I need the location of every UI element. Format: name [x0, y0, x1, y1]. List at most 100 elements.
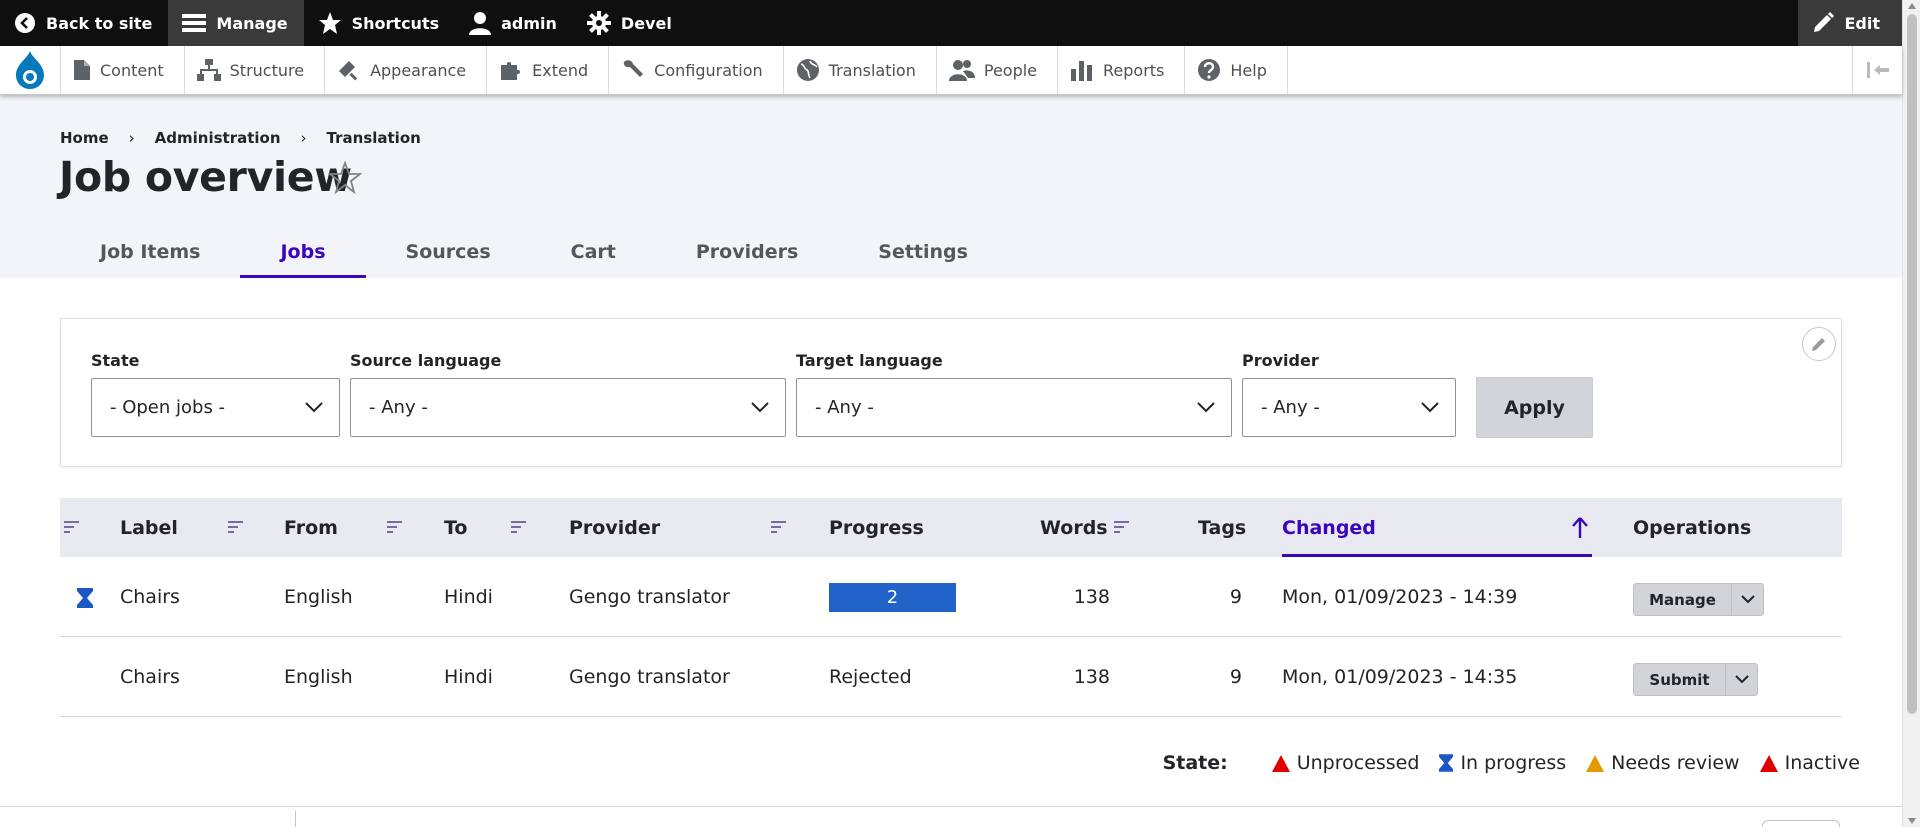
tab-sources[interactable]: Sources: [366, 225, 531, 278]
breadcrumb-separator: ›: [128, 129, 135, 147]
column-label[interactable]: Label: [120, 498, 178, 557]
row-provider: Gengo translator: [569, 586, 730, 608]
row-to: Hindi: [444, 586, 493, 608]
chevron-down-icon: [1421, 402, 1439, 413]
source-language-select[interactable]: - Any -: [350, 378, 786, 437]
shortcuts-label: Shortcuts: [351, 13, 440, 33]
tray-people-label: People: [983, 60, 1038, 80]
column-operations: Operations: [1633, 516, 1752, 539]
row-from: English: [284, 586, 353, 608]
devel-menu-button[interactable]: Devel: [573, 0, 688, 46]
page-scrollbar[interactable]: [1902, 0, 1920, 827]
row-to: Hindi: [444, 666, 493, 688]
target-language-filter: Target language - Any -: [796, 351, 1232, 437]
column-changed[interactable]: Changed: [1282, 498, 1376, 557]
tray-help-label: Help: [1230, 60, 1267, 80]
row-progress: Rejected: [829, 666, 912, 688]
breadcrumb-administration[interactable]: Administration: [155, 129, 281, 147]
operations-toggle[interactable]: [1726, 664, 1757, 695]
footer-element: [1762, 820, 1840, 827]
source-language-label: Source language: [350, 351, 502, 370]
legend-item-needs-review: Needs review: [1586, 752, 1740, 774]
row-changed: Mon, 01/09/2023 - 14:39: [1282, 586, 1518, 608]
manage-button[interactable]: Manage: [1634, 584, 1732, 615]
user-label: admin: [501, 13, 557, 33]
state-filter: State - Open jobs -: [91, 351, 340, 437]
scroll-down-icon[interactable]: [1908, 818, 1916, 824]
user-menu-button[interactable]: admin: [455, 0, 573, 46]
tray-content-label: Content: [100, 60, 164, 80]
collapse-tray-button[interactable]: [1852, 46, 1902, 94]
table-row: Chairs English Hindi Gengo translator Re…: [60, 637, 1842, 717]
legend-label: In progress: [1460, 752, 1567, 774]
page-header: Home › Administration › Translation Job …: [0, 95, 1902, 278]
admin-tray: Content Structure Appearance Extend Conf…: [0, 46, 1902, 95]
target-language-select[interactable]: - Any -: [796, 378, 1232, 437]
breadcrumb-translation[interactable]: Translation: [327, 129, 421, 147]
row-progress: 2: [829, 557, 956, 637]
legend-item-unprocessed: Unprocessed: [1271, 752, 1419, 774]
gear-icon: [586, 11, 611, 35]
sort-icon[interactable]: [1114, 520, 1130, 534]
arrow-up-icon[interactable]: [1572, 517, 1588, 539]
scroll-up-icon[interactable]: [1908, 3, 1916, 9]
tray-reports[interactable]: Reports: [1058, 46, 1186, 94]
edit-view-button[interactable]: [1802, 327, 1836, 361]
document-icon: [74, 60, 90, 80]
breadcrumb-separator: ›: [300, 129, 307, 147]
legend-label: Needs review: [1611, 752, 1740, 774]
tray-extend[interactable]: Extend: [487, 46, 610, 94]
tray-content[interactable]: Content: [61, 46, 185, 94]
breadcrumb-home[interactable]: Home: [60, 129, 109, 147]
row-label[interactable]: Chairs: [120, 637, 180, 717]
admin-toolbar: Back to site Manage Shortcuts admin Deve…: [0, 0, 1902, 46]
scrollbar-thumb[interactable]: [1907, 14, 1917, 714]
tray-help[interactable]: Help: [1185, 46, 1288, 94]
manage-menu-button[interactable]: Manage: [168, 0, 304, 46]
submit-button[interactable]: Submit: [1634, 664, 1726, 695]
provider-select[interactable]: - Any -: [1242, 378, 1456, 437]
bar-chart-icon: [1071, 61, 1093, 81]
apply-button[interactable]: Apply: [1476, 377, 1593, 438]
tray-structure[interactable]: Structure: [185, 46, 326, 94]
tab-job-items[interactable]: Job Items: [60, 225, 240, 278]
edit-button[interactable]: Edit: [1798, 0, 1902, 46]
wrench-icon: [623, 60, 644, 77]
column-to[interactable]: To: [444, 498, 468, 557]
sort-icon[interactable]: [511, 520, 527, 534]
user-icon: [469, 12, 492, 35]
source-language-value: - Any -: [369, 397, 428, 418]
sort-icon[interactable]: [387, 520, 403, 534]
tray-configuration[interactable]: Configuration: [609, 46, 784, 94]
sort-icon[interactable]: [228, 520, 244, 534]
tray-people[interactable]: People: [937, 46, 1059, 94]
tab-cart[interactable]: Cart: [531, 225, 656, 278]
sort-icon[interactable]: [771, 520, 787, 534]
legend-item-in-progress: In progress: [1439, 752, 1566, 774]
back-to-site-link[interactable]: Back to site: [0, 0, 168, 46]
state-select-value: - Open jobs -: [110, 397, 226, 418]
sort-icon[interactable]: [64, 520, 80, 534]
column-provider[interactable]: Provider: [569, 498, 660, 557]
tab-jobs[interactable]: Jobs: [240, 225, 366, 278]
operations-toggle[interactable]: [1732, 584, 1763, 615]
drupal-drop-icon: [16, 51, 44, 89]
footer-divider: [0, 806, 1902, 807]
tray-translation[interactable]: Translation: [784, 46, 937, 94]
edit-label: Edit: [1844, 13, 1880, 33]
primary-tabs: Job Items Jobs Sources Cart Providers Se…: [60, 225, 1008, 278]
provider-filter: Provider - Any -: [1242, 351, 1456, 437]
tab-settings[interactable]: Settings: [838, 225, 1008, 278]
tray-appearance[interactable]: Appearance: [325, 46, 488, 94]
tab-providers[interactable]: Providers: [656, 225, 838, 278]
drupal-logo[interactable]: [0, 46, 61, 94]
row-tags: 9: [1229, 666, 1242, 688]
row-label[interactable]: Chairs: [120, 557, 180, 637]
favorite-star-icon[interactable]: [328, 161, 362, 195]
devel-label: Devel: [620, 13, 672, 33]
state-select[interactable]: - Open jobs -: [91, 378, 340, 437]
column-from[interactable]: From: [284, 498, 338, 557]
shortcuts-menu-button[interactable]: Shortcuts: [304, 0, 456, 46]
column-words[interactable]: Words: [1040, 498, 1108, 557]
hamburger-icon: [182, 14, 207, 32]
